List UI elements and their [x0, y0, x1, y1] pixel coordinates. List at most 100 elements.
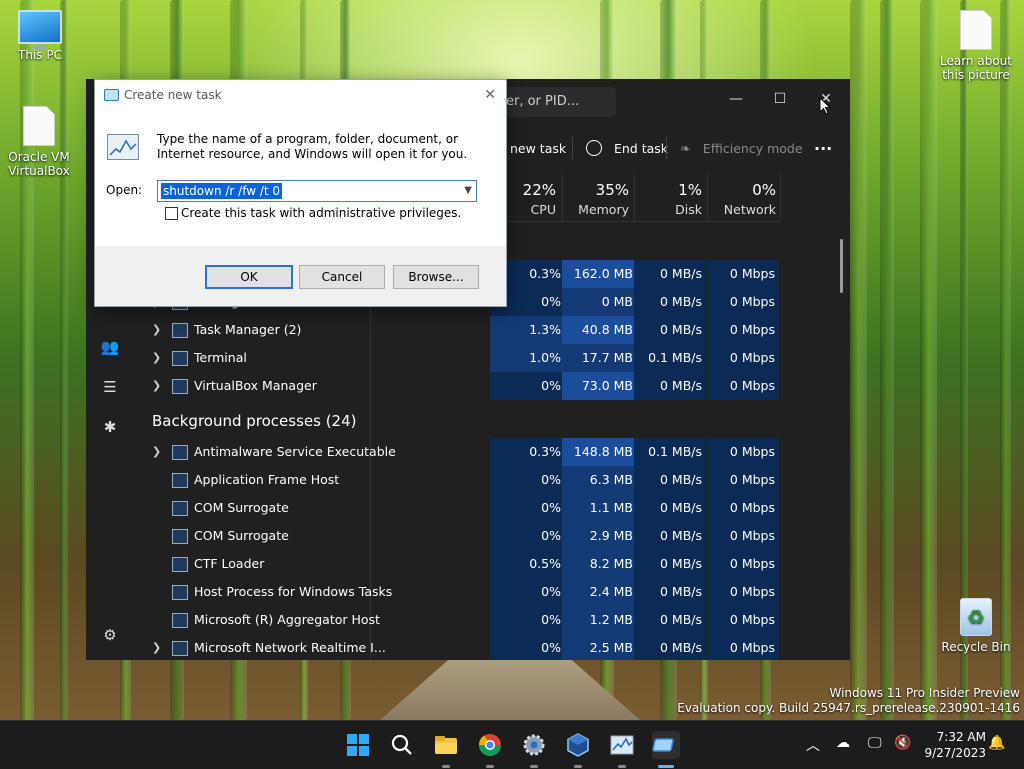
chevron-right-icon[interactable]: ❯ [152, 372, 161, 400]
create-new-task-dialog: Create new task ✕ Type the name of a pro… [94, 79, 507, 307]
open-label: Open: [106, 183, 143, 197]
column-divider [780, 173, 781, 221]
process-row[interactable]: Microsoft (R) Aggregator Host 0% 1.2 MB 0 M… [134, 606, 830, 634]
notification-bell-icon[interactable]: 🔔 [988, 735, 1005, 751]
cpu-value: 0% [490, 634, 565, 660]
cpu-value: 0% [490, 372, 565, 400]
network-icon[interactable]: 🖵 [868, 735, 882, 751]
cpu-value: 0% [490, 578, 565, 606]
browse-button[interactable]: Browse... [393, 265, 479, 289]
desktop-icon-label: Learn about this picture [940, 54, 1012, 82]
disk-total: 1% [678, 181, 702, 199]
process-row[interactable]: CTF Loader 0.5% 8.2 MB 0 MB/s 0 Mbps [134, 550, 830, 578]
desktop-icon-recycle-bin[interactable]: ♻ Recycle Bin [936, 598, 1016, 654]
run-program-icon [107, 134, 139, 160]
disk-value: 0 MB/s [634, 372, 706, 400]
settings-gear-icon[interactable]: ⚙ [100, 625, 120, 645]
disk-value: 0 MB/s [634, 494, 706, 522]
run-dialog-taskbar-icon[interactable] [652, 731, 680, 759]
cpu-value: 0% [490, 606, 565, 634]
process-row[interactable]: ❯ Terminal 1.0% 17.7 MB 0.1 MB/s 0 Mbps [134, 344, 830, 372]
volume-muted-icon[interactable]: 🔇 [894, 735, 911, 751]
clock-date: 9/27/2023 [924, 746, 986, 760]
memory-label: Memory [578, 202, 629, 217]
process-name: Application Frame Host [194, 472, 340, 487]
desktop-icon-label: This PC [18, 48, 62, 62]
task-manager-icon[interactable] [608, 731, 636, 759]
process-icon [172, 379, 188, 394]
chevron-right-icon[interactable]: ❯ [152, 344, 161, 372]
bamboo-stalk [920, 0, 937, 720]
search-icon[interactable] [388, 731, 416, 759]
watermark-line-2: Evaluation copy. Build 25947.rs_prerelea… [677, 701, 1020, 715]
process-row[interactable]: COM Surrogate 0% 2.9 MB 0 MB/s 0 Mbps [134, 522, 830, 550]
end-task-button[interactable]: End task [586, 137, 668, 161]
ok-button[interactable]: OK [205, 265, 293, 289]
network-value: 0 Mbps [707, 466, 779, 494]
process-name: Microsoft Network Realtime I... [194, 640, 386, 655]
cancel-button[interactable]: Cancel [299, 265, 385, 289]
process-name: COM Surrogate [194, 528, 289, 543]
chevron-right-icon[interactable]: ❯ [152, 634, 161, 660]
services-icon[interactable]: ✱ [100, 417, 120, 437]
start-windows-icon[interactable] [344, 731, 372, 759]
process-row[interactable]: ❯ VirtualBox Manager 0% 73.0 MB 0 MB/s 0 Mbps [134, 372, 830, 400]
process-icon [172, 473, 188, 488]
header-divider [490, 221, 780, 222]
process-name: CTF Loader [194, 556, 265, 571]
background-processes-heading: Background processes (24) [152, 412, 357, 430]
process-row[interactable]: COM Surrogate 0% 1.1 MB 0 MB/s 0 Mbps [134, 494, 830, 522]
process-icon [172, 613, 188, 628]
process-icon [172, 351, 188, 366]
desktop-icon-learn-about-picture[interactable]: Learn about this picture [936, 10, 1016, 82]
column-header-network[interactable]: 0% Network [710, 173, 776, 221]
search-box[interactable]: er, or PID... [496, 87, 616, 117]
efficiency-mode-button[interactable]: ❧ Efficiency mode [680, 137, 803, 161]
more-options-icon[interactable]: ··· [814, 137, 832, 161]
bamboo-stalk [880, 0, 894, 720]
memory-value: 1.2 MB [562, 606, 637, 634]
column-header-disk[interactable]: 1% Disk [638, 173, 702, 221]
desktop-icon-label: Oracle VM VirtualBox [8, 150, 70, 178]
chevron-right-icon[interactable]: ❯ [152, 316, 161, 344]
column-header-memory[interactable]: 35% Memory [562, 173, 629, 221]
chevron-up-icon[interactable]: ︿ [806, 735, 820, 755]
chevron-right-icon[interactable]: ❯ [152, 438, 161, 466]
cpu-value: 1.0% [490, 344, 565, 372]
desktop-icon-this-pc[interactable]: This PC [2, 10, 78, 62]
file-explorer-icon[interactable] [432, 731, 460, 759]
bamboo-stalk [850, 0, 867, 720]
network-value: 0 Mbps [707, 494, 779, 522]
onedrive-cloud-icon[interactable]: ☁ [836, 735, 850, 751]
users-icon[interactable]: 👥 [100, 337, 120, 357]
watermark-line-1: Windows 11 Pro Insider Preview [829, 686, 1020, 700]
disk-label: Disk [675, 202, 702, 217]
dialog-close-icon[interactable]: ✕ [484, 80, 496, 110]
details-list-icon[interactable]: ☰ [100, 377, 120, 397]
settings-app-icon[interactable] [520, 731, 548, 759]
process-row[interactable]: Application Frame Host 0% 6.3 MB 0 MB/s 0 Mb… [134, 466, 830, 494]
system-clock[interactable]: 7:32 AM 9/27/2023 [922, 729, 986, 761]
process-row[interactable]: ❯ Task Manager (2) 1.3% 40.8 MB 0 MB/s 0 Mbps [134, 316, 830, 344]
cpu-value: 0% [490, 466, 565, 494]
open-command-input[interactable]: shutdown /r /fw /t 0 ▼ [157, 180, 477, 202]
desktop-icon-virtualbox[interactable]: Oracle VM VirtualBox [2, 106, 76, 178]
process-icon [172, 557, 188, 572]
maximize-button[interactable]: ☐ [758, 85, 802, 113]
process-name: VirtualBox Manager [194, 378, 317, 393]
admin-privileges-label: Create this task with administrative pri… [181, 206, 462, 220]
admin-privileges-checkbox[interactable] [165, 207, 178, 220]
process-row[interactable]: ❯ Microsoft Network Realtime I... 0% 2.5 MB… [134, 634, 830, 660]
minimize-button[interactable]: — [714, 85, 758, 113]
virtualbox-icon[interactable] [564, 731, 592, 759]
process-row[interactable]: ❯ Antimalware Service Executable 0.3% 148.8… [134, 438, 830, 466]
run-new-task-button[interactable]: new task [510, 137, 566, 161]
chevron-down-icon[interactable]: ▼ [464, 182, 472, 200]
column-divider [707, 173, 708, 221]
scrollbar-thumb[interactable] [840, 239, 843, 293]
clock-time: 7:32 AM [936, 730, 986, 744]
process-row[interactable]: Host Process for Windows Tasks 0% 2.4 MB 0 … [134, 578, 830, 606]
chrome-icon[interactable] [476, 731, 504, 759]
disk-value: 0 MB/s [634, 260, 706, 288]
process-name: Terminal [194, 350, 247, 365]
